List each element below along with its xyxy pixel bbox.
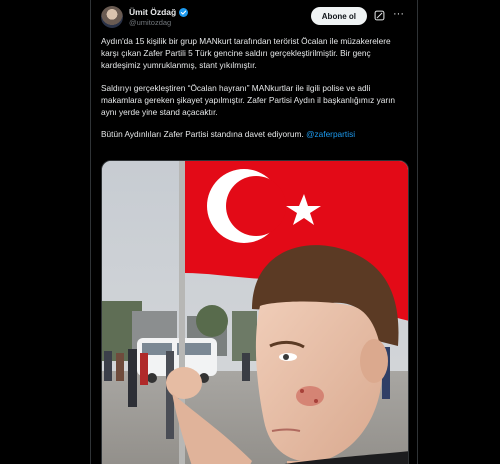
tweet-body: Aydın'da 15 kişilik bir grup MANkurt tar… (101, 35, 409, 150)
follow-button[interactable]: Abone ol (310, 7, 367, 25)
tweet-paragraph-1: Aydın'da 15 kişilik bir grup MANkurt tar… (101, 36, 391, 71)
tweet-header: Ümit Özdağ @umitozdag Abone ol ··· (101, 6, 407, 32)
tweet-paragraph-3-text: Bütün Aydınlıları Zafer Partisi standına… (101, 129, 307, 140)
verified-badge-icon (179, 7, 189, 17)
tweet-paragraph-3: Bütün Aydınlıları Zafer Partisi standına… (101, 128, 409, 140)
mention-link[interactable]: @zaferpartisi (306, 129, 355, 139)
tweet-card: Ümit Özdağ @umitozdag Abone ol ··· Aydın… (90, 0, 418, 464)
tweet-paragraph-2: Saldırıyı gerçekleştiren “Öcalan hayranı… (101, 82, 396, 118)
grok-icon[interactable] (374, 10, 385, 21)
avatar[interactable] (101, 6, 123, 28)
author-name-row: Ümit Özdağ (129, 7, 189, 17)
author-name[interactable]: Ümit Özdağ (129, 7, 176, 17)
author-handle[interactable]: @umitozdag (129, 18, 171, 27)
more-icon[interactable]: ··· (393, 7, 404, 21)
tweet-media-image[interactable] (101, 160, 409, 464)
